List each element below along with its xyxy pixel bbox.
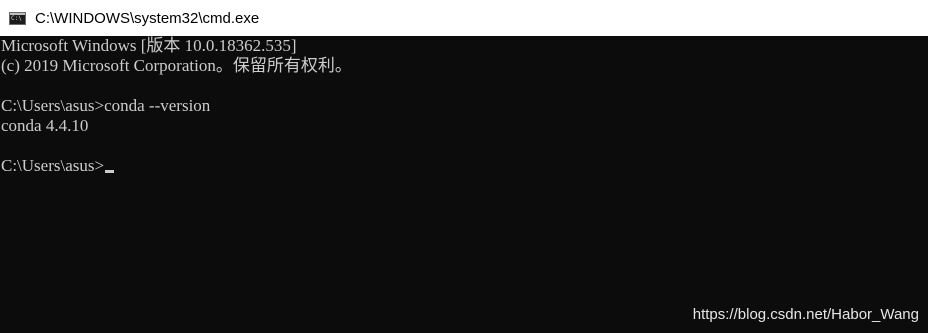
- cmd-window: C:\WINDOWS\system32\cmd.exe Microsoft Wi…: [0, 0, 928, 333]
- cmd-console-icon[interactable]: [9, 11, 26, 25]
- console-line-version: Microsoft Windows [版本 10.0.18362.535]: [1, 36, 297, 55]
- console-output[interactable]: Microsoft Windows [版本 10.0.18362.535] (c…: [0, 36, 928, 333]
- console-prompt-line[interactable]: C:\Users\asus>: [0, 156, 928, 176]
- title-bar[interactable]: C:\WINDOWS\system32\cmd.exe: [0, 0, 928, 36]
- watermark-text: https://blog.csdn.net/Habor_Wang: [692, 306, 919, 323]
- console-line-command: C:\Users\asus>conda --version: [1, 96, 211, 115]
- console-prompt: C:\Users\asus>: [1, 156, 105, 175]
- text-cursor: [105, 170, 115, 173]
- window-title: C:\WINDOWS\system32\cmd.exe: [35, 9, 260, 27]
- console-line-copyright: (c) 2019 Microsoft Corporation。保留所有权利。: [1, 56, 352, 75]
- console-line-output: conda 4.4.10: [1, 116, 89, 135]
